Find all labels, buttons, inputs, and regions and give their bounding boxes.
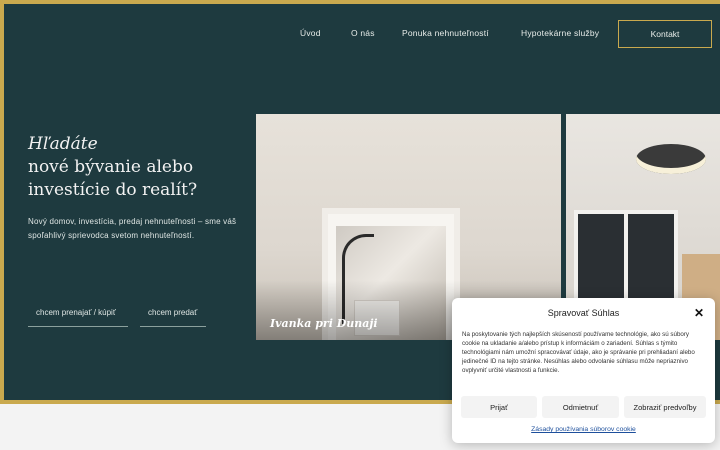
nav-item-uvod[interactable]: Úvod bbox=[300, 28, 321, 38]
cta-rent-buy-link[interactable]: chcem prenajať / kúpiť bbox=[28, 308, 128, 327]
cookie-consent-dialog: Spravovať Súhlas ✕ Na poskytovanie tých … bbox=[452, 298, 715, 443]
main-nav: Úvod O nás Ponuka nehnuteľností Hypoteká… bbox=[4, 28, 720, 42]
cookie-preferences-button[interactable]: Zobraziť predvoľby bbox=[624, 396, 706, 418]
close-icon[interactable]: ✕ bbox=[693, 307, 705, 319]
hero-headline: nové bývanie alebo investície do realít? bbox=[28, 157, 198, 200]
nav-item-o-nas[interactable]: O nás bbox=[351, 28, 375, 38]
cookie-policy-link[interactable]: Zásady používania súborov cookie bbox=[452, 426, 715, 433]
hero-eyebrow: Hľadáte bbox=[28, 134, 98, 154]
photo-ceiling-lamp bbox=[636, 144, 706, 174]
contact-button[interactable]: Kontakt bbox=[618, 20, 712, 48]
cta-sell-link[interactable]: chcem predať bbox=[140, 308, 206, 327]
hero-lead-text: Nový domov, investícia, predaj nehnuteľn… bbox=[28, 217, 237, 240]
cookie-accept-button[interactable]: Prijať bbox=[461, 396, 537, 418]
cookie-title: Spravovať Súhlas bbox=[547, 308, 620, 318]
cookie-deny-button[interactable]: Odmietnuť bbox=[542, 396, 619, 418]
cookie-text: Na poskytovanie tých najlepších skúsenos… bbox=[462, 331, 695, 374]
nav-item-hypotekarne[interactable]: Hypotekárne služby bbox=[521, 28, 599, 38]
photo-caption: Ivanka pri Dunaji bbox=[270, 317, 378, 330]
nav-item-ponuka[interactable]: Ponuka nehnuteľností bbox=[402, 28, 489, 38]
